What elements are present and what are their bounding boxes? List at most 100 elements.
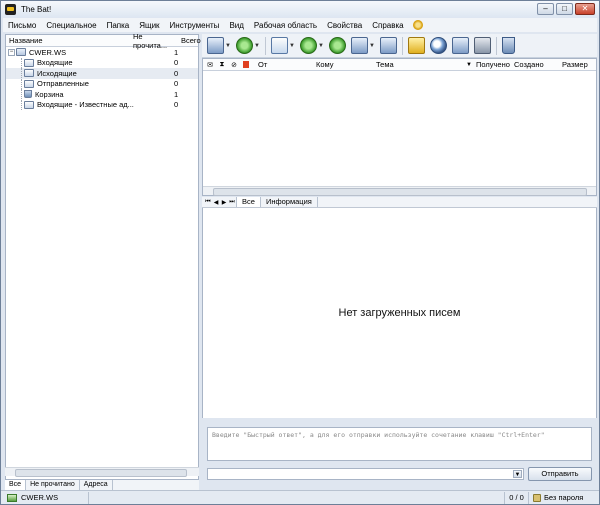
chevron-down-icon[interactable]: ▼ [254,41,260,51]
lock-icon [533,493,541,502]
folder-tree-panel: Название Не прочита... Всего − CWER.WS 1… [5,32,201,489]
maximize-button[interactable]: □ [556,3,573,15]
chevron-down-icon[interactable]: ▼ [513,470,522,478]
menu-bar: Письмо Специальное Папка Ящик Инструмент… [3,18,597,32]
preview-tabs: ⏮ ◀ ▶ ⏭ Все Информация [202,197,597,208]
folder-name: Входящие [37,58,73,68]
column-header-total[interactable]: Всего [178,36,201,45]
empty-state-text: Нет загруженных писем [338,307,461,319]
column-created[interactable]: Создано [514,60,562,69]
status-account[interactable]: CWER.WS [1,491,89,504]
get-mail-icon[interactable] [207,37,224,54]
quick-reply-area: Введите "Быстрый ответ", а для его отпра… [202,418,597,488]
chevron-down-icon[interactable]: ▼ [369,41,375,51]
new-message-icon[interactable] [271,37,288,54]
first-tab-icon[interactable]: ⏮ [204,199,212,206]
status-account-name: CWER.WS [21,493,59,502]
envelope-icon[interactable]: ✉ [205,60,215,70]
sent-icon [24,79,34,88]
status-password[interactable]: Без пароля [529,492,599,504]
menu-folder[interactable]: Папка [102,21,135,30]
chevron-down-icon[interactable]: ▼ [289,41,295,51]
folder-row-trash[interactable]: Корзина 1 [6,89,198,100]
status-count: 0 / 0 [505,491,529,504]
message-list[interactable]: ✉ ⧗ ⊘ От Кому Тема ▼ Получено Создано Ра… [202,58,597,196]
main-toolbar: ▼ ▼ ▼ ▼ ▼ [202,34,597,58]
folder-total: 1 [174,89,179,99]
column-header-name[interactable]: Название [6,36,130,45]
collapse-icon[interactable]: − [8,48,15,56]
hourglass-icon[interactable]: ⧗ [217,60,227,70]
prev-tab-icon[interactable]: ◀ [212,199,220,206]
menu-letter[interactable]: Письмо [3,21,41,30]
paperclip-icon[interactable]: ⊘ [229,60,239,70]
folder-row-inbox[interactable]: Входящие 0 [6,57,198,69]
window-title: The Bat! [21,5,52,14]
inbox-icon [24,58,34,67]
send-queue-icon[interactable] [236,37,253,54]
bat-app-icon [5,4,16,15]
quick-reply-input[interactable]: Введите "Быстрый ответ", а для его отпра… [207,427,592,461]
menu-help[interactable]: Справка [367,21,408,30]
menu-view[interactable]: Вид [224,21,248,30]
tab-all-messages[interactable]: Все [236,197,261,207]
tab-unread[interactable]: Не прочитано [26,480,80,490]
folder-total: 0 [174,79,179,89]
menu-properties[interactable]: Свойства [322,21,367,30]
folder-tree-tabs: Все Не прочитано Адреса [5,479,199,490]
folder-row-outbox[interactable]: Исходящие 0 [6,68,198,79]
column-to[interactable]: Кому [316,60,376,69]
redirect-icon[interactable] [380,37,397,54]
title-bar[interactable]: The Bat! – □ ✕ [1,1,599,18]
next-tab-icon[interactable]: ▶ [220,199,228,206]
send-button[interactable]: Отправить [528,467,592,481]
reply-icon[interactable] [300,37,317,54]
close-button[interactable]: ✕ [575,3,595,15]
folder-total: 0 [174,100,179,110]
tab-addresses[interactable]: Адреса [80,480,113,490]
account-row[interactable]: − CWER.WS 1 [6,47,198,58]
folder-tree-scrollbar[interactable] [5,467,199,477]
search-icon[interactable] [430,37,447,54]
trash-icon [24,90,32,99]
folder-name: Отправленные [37,79,89,89]
chevron-down-icon[interactable]: ▼ [318,41,324,51]
message-list-scrollbar[interactable] [203,186,596,196]
last-tab-icon[interactable]: ⏭ [228,199,236,206]
reply-all-icon[interactable] [329,37,346,54]
folder-name: Исходящие [37,68,77,78]
status-password-text: Без пароля [544,493,584,502]
sort-descending-icon[interactable]: ▼ [466,62,476,68]
tab-all[interactable]: Все [5,480,27,490]
tab-information[interactable]: Информация [261,197,318,207]
folder-total: 0 [174,58,179,68]
column-size[interactable]: Размер [562,60,588,69]
folder-row-known-inbox[interactable]: Входящие - Известные ад... 0 [6,99,198,111]
tab-navigation: ⏮ ◀ ▶ ⏭ [204,199,236,206]
menu-special[interactable]: Специальное [41,21,101,30]
column-from[interactable]: От [258,60,316,69]
folder-name: Входящие - Известные ад... [37,100,134,110]
mail-dispatcher-icon[interactable] [452,37,469,54]
address-book-icon[interactable] [408,37,425,54]
menu-workspace[interactable]: Рабочая область [249,21,322,30]
folder-total: 0 [174,68,179,78]
folder-tree-header: Название Не прочита... Всего [6,32,201,50]
main-window: The Bat! – □ ✕ Письмо Специальное Папка … [0,0,600,505]
gear-icon[interactable] [412,20,423,30]
print-icon[interactable] [474,37,491,54]
folder-name: Корзина [35,89,64,99]
flag-icon[interactable] [243,61,249,68]
column-subject[interactable]: Тема [376,60,466,69]
template-select[interactable]: ▼ [207,468,524,480]
folder-row-sent[interactable]: Отправленные 0 [6,78,198,90]
forward-icon[interactable] [351,37,368,54]
delete-icon[interactable] [502,37,515,54]
message-list-header: ✉ ⧗ ⊘ От Кому Тема ▼ Получено Создано Ра… [203,59,596,71]
minimize-button[interactable]: – [537,3,554,15]
chevron-down-icon[interactable]: ▼ [225,41,231,51]
message-preview: Нет загруженных писем [202,208,597,418]
menu-mailbox[interactable]: Ящик [134,21,164,30]
menu-tools[interactable]: Инструменты [165,21,225,30]
column-received[interactable]: Получено [476,60,514,69]
